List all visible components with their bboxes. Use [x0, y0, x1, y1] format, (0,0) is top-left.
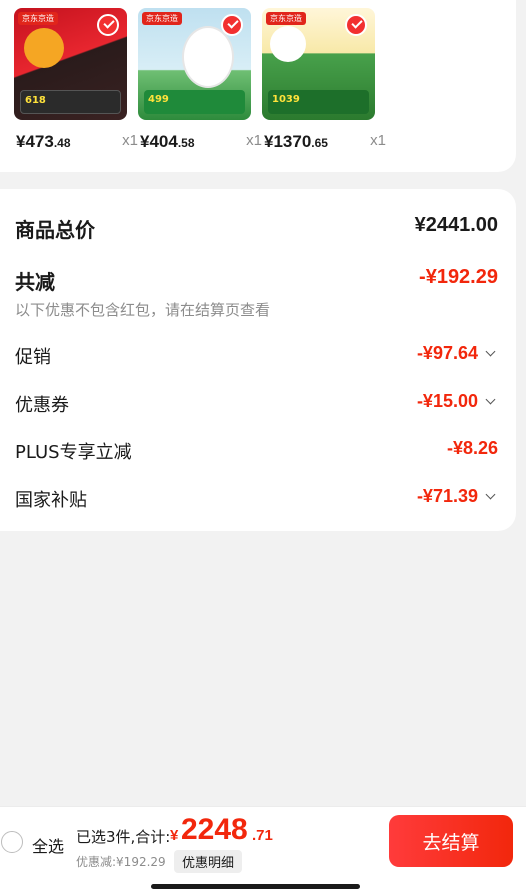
- total-price-row: 商品总价 ¥2441.00: [15, 214, 498, 243]
- checked-icon[interactable]: [221, 14, 243, 36]
- product-item[interactable]: 京东京造 499 ¥404.58 x1: [138, 8, 262, 151]
- product-price: ¥404.58: [140, 132, 195, 151]
- product-price: ¥1370.65: [264, 132, 328, 151]
- total-reduction-value: -¥192.29: [419, 266, 498, 288]
- product-item[interactable]: 京东京造 618 ¥473.48 x1: [14, 8, 138, 151]
- select-all-label[interactable]: 全选: [32, 833, 64, 857]
- total-amount-integer: 2248: [181, 813, 248, 846]
- subsidy-row[interactable]: 国家补贴 -¥71.39: [15, 486, 498, 512]
- coupon-value: -¥15.00: [416, 391, 478, 411]
- plus-discount-value: -¥8.26: [446, 438, 498, 458]
- total-amount-decimal: .71: [252, 827, 273, 844]
- discount-detail-button[interactable]: 优惠明细: [174, 850, 243, 873]
- product-price: ¥473.48: [16, 132, 71, 151]
- subsidy-label: 国家补贴: [15, 490, 87, 511]
- product-image[interactable]: 京东京造 618: [14, 8, 127, 120]
- product-banner: 1039: [268, 90, 369, 114]
- total-price-label: 商品总价: [15, 218, 95, 242]
- home-indicator[interactable]: [151, 884, 360, 889]
- product-item[interactable]: 京东京造 1039 ¥1370.65 x1: [262, 8, 386, 151]
- product-banner: 499: [144, 90, 245, 114]
- banner-text: 618: [25, 95, 46, 106]
- store-tag: 京东京造: [266, 12, 306, 25]
- select-all-checkbox[interactable]: [1, 831, 23, 853]
- subsidy-value: -¥71.39: [416, 486, 478, 506]
- product-quantity: x1: [370, 132, 386, 149]
- store-tag: 京东京造: [18, 12, 58, 25]
- product-banner: 618: [20, 90, 121, 114]
- coupon-label: 优惠券: [15, 395, 69, 416]
- product-quantity: x1: [246, 132, 262, 149]
- product-shape: [24, 28, 64, 68]
- reduction-note: 以下优惠不包含红包，请在结算页查看: [15, 301, 271, 319]
- total-price-value: ¥2441.00: [414, 214, 498, 236]
- coupon-row[interactable]: 优惠券 -¥15.00: [15, 391, 498, 417]
- total-reduction-row: 共减 -¥192.29: [15, 266, 498, 295]
- total-currency: ¥: [170, 827, 179, 844]
- product-strip: 京东京造 618 ¥473.48 x1 京东京造 499 ¥404.58 x1 …: [0, 0, 516, 172]
- chevron-down-icon[interactable]: [485, 394, 496, 405]
- checkout-button[interactable]: 去结算: [389, 815, 513, 867]
- checked-icon[interactable]: [97, 14, 119, 36]
- total-reduction-label: 共减: [15, 270, 55, 294]
- promotion-value: -¥97.64: [416, 343, 478, 363]
- product-quantity: x1: [122, 132, 138, 149]
- product-image[interactable]: 京东京造 1039: [262, 8, 375, 120]
- discount-summary: 优惠减:¥192.29: [76, 855, 166, 869]
- plus-discount-label: PLUS专享立减: [15, 442, 132, 463]
- banner-text: 499: [148, 94, 169, 105]
- chevron-down-icon[interactable]: [485, 346, 496, 357]
- price-summary-card: 商品总价 ¥2441.00 共减 -¥192.29 以下优惠不包含红包，请在结算…: [0, 189, 516, 531]
- plus-discount-row: PLUS专享立减 -¥8.26: [15, 438, 498, 464]
- product-image[interactable]: 京东京造 499: [138, 8, 251, 120]
- product-shape: [270, 26, 306, 62]
- banner-text: 1039: [272, 94, 300, 105]
- chevron-down-icon[interactable]: [485, 489, 496, 500]
- product-shape: [182, 26, 234, 88]
- promotion-label: 促销: [15, 347, 51, 368]
- selected-count-text: 已选3件,合计:: [76, 828, 171, 846]
- promotion-row[interactable]: 促销 -¥97.64: [15, 343, 498, 369]
- checked-icon[interactable]: [345, 14, 367, 36]
- checkout-bar: 全选 已选3件,合计: ¥ 2248 .71 优惠减:¥192.29 优惠明细 …: [0, 806, 526, 890]
- store-tag: 京东京造: [142, 12, 182, 25]
